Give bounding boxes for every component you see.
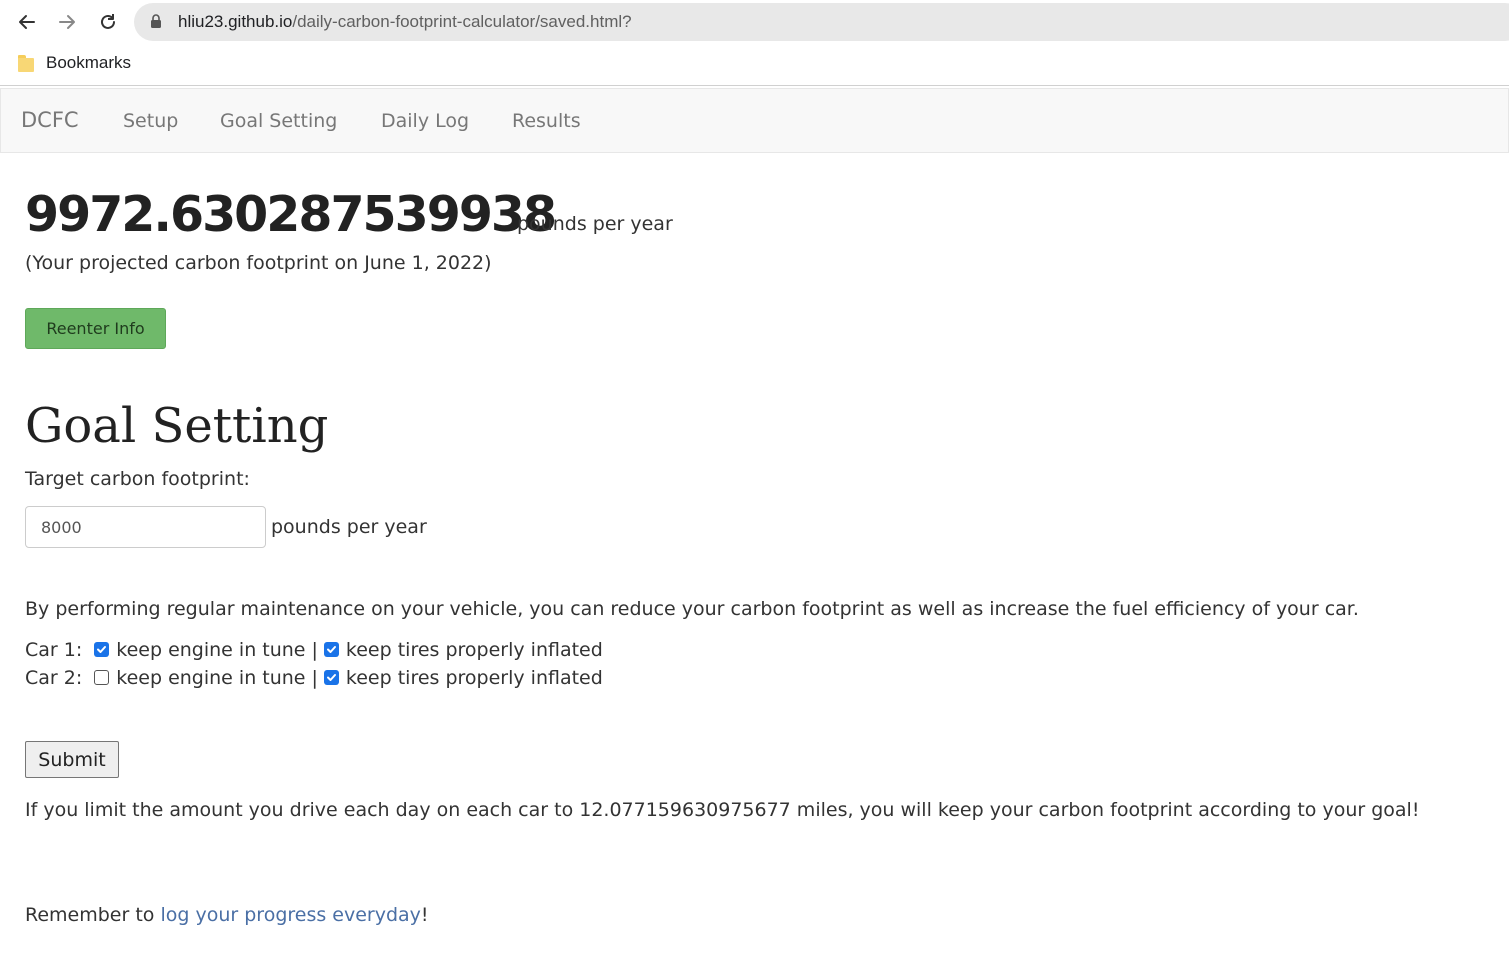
url-path: /daily-carbon-footprint-calculator/saved… bbox=[292, 12, 632, 31]
tires-label: keep tires properly inflated bbox=[345, 667, 603, 689]
url-host: hliu23.github.io bbox=[178, 12, 293, 31]
car-1-engine-checkbox[interactable] bbox=[94, 641, 110, 657]
checkmark-icon bbox=[326, 673, 336, 681]
nav-link-goal-setting[interactable]: Goal Setting bbox=[220, 110, 337, 132]
site-navbar: DCFC Setup Goal Setting Daily Log Result… bbox=[0, 88, 1509, 153]
car-2-row: Car 2: keep engine in tune | keep tires … bbox=[25, 667, 603, 689]
footprint-caption: (Your projected carbon footprint on June… bbox=[25, 252, 492, 274]
car-2-engine-checkbox[interactable] bbox=[94, 669, 110, 685]
car-1-row: Car 1: keep engine in tune | keep tires … bbox=[25, 639, 603, 661]
drive-limit-text: If you limit the amount you drive each d… bbox=[25, 799, 1420, 821]
log-progress-link[interactable]: log your progress everyday bbox=[160, 904, 420, 926]
separator: | bbox=[311, 667, 318, 689]
nav-brand[interactable]: DCFC bbox=[21, 108, 79, 132]
nav-link-daily-log[interactable]: Daily Log bbox=[381, 110, 469, 132]
lock-icon bbox=[151, 14, 161, 28]
target-footprint-input[interactable] bbox=[25, 506, 266, 548]
tires-label: keep tires properly inflated bbox=[345, 639, 603, 661]
bookmarks-label: Bookmarks bbox=[46, 53, 132, 72]
forward-arrow-icon[interactable] bbox=[53, 8, 81, 36]
car-label: Car 1: bbox=[25, 639, 83, 661]
car-1-tires-checkbox[interactable] bbox=[323, 641, 339, 657]
nav-link-setup[interactable]: Setup bbox=[123, 110, 178, 132]
engine-label: keep engine in tune bbox=[116, 667, 306, 689]
target-unit: pounds per year bbox=[271, 516, 427, 538]
reminder-suffix: ! bbox=[420, 904, 429, 926]
separator: | bbox=[311, 639, 318, 661]
checkmark-icon bbox=[326, 645, 336, 653]
submit-button[interactable]: Submit bbox=[25, 741, 119, 778]
footprint-unit: pounds per year bbox=[517, 213, 673, 235]
maintenance-text: By performing regular maintenance on you… bbox=[25, 598, 1359, 620]
nav-link-results[interactable]: Results bbox=[512, 110, 581, 132]
reminder-prefix: Remember to bbox=[25, 904, 161, 926]
checkmark-icon bbox=[97, 645, 107, 653]
car-label: Car 2: bbox=[25, 667, 83, 689]
reenter-info-button[interactable]: Reenter Info bbox=[25, 308, 166, 349]
address-bar[interactable]: hliu23.github.io/daily-carbon-footprint-… bbox=[134, 3, 1509, 41]
goal-setting-heading: Goal Setting bbox=[25, 398, 329, 454]
bookmarks-bar: Bookmarks bbox=[0, 44, 1509, 86]
reload-icon[interactable] bbox=[94, 8, 122, 36]
reminder-text: Remember to log your progress everyday! bbox=[25, 904, 429, 926]
url-text: hliu23.github.io/daily-carbon-footprint-… bbox=[178, 12, 632, 32]
folder-icon bbox=[18, 54, 34, 72]
target-label: Target carbon footprint: bbox=[25, 468, 250, 490]
engine-label: keep engine in tune bbox=[116, 639, 306, 661]
car-2-tires-checkbox[interactable] bbox=[323, 669, 339, 685]
bookmarks-folder[interactable]: Bookmarks bbox=[18, 53, 131, 73]
browser-toolbar: hliu23.github.io/daily-carbon-footprint-… bbox=[0, 0, 1509, 44]
footprint-value: 9972.630287539938 bbox=[25, 186, 557, 243]
back-arrow-icon[interactable] bbox=[13, 8, 41, 36]
